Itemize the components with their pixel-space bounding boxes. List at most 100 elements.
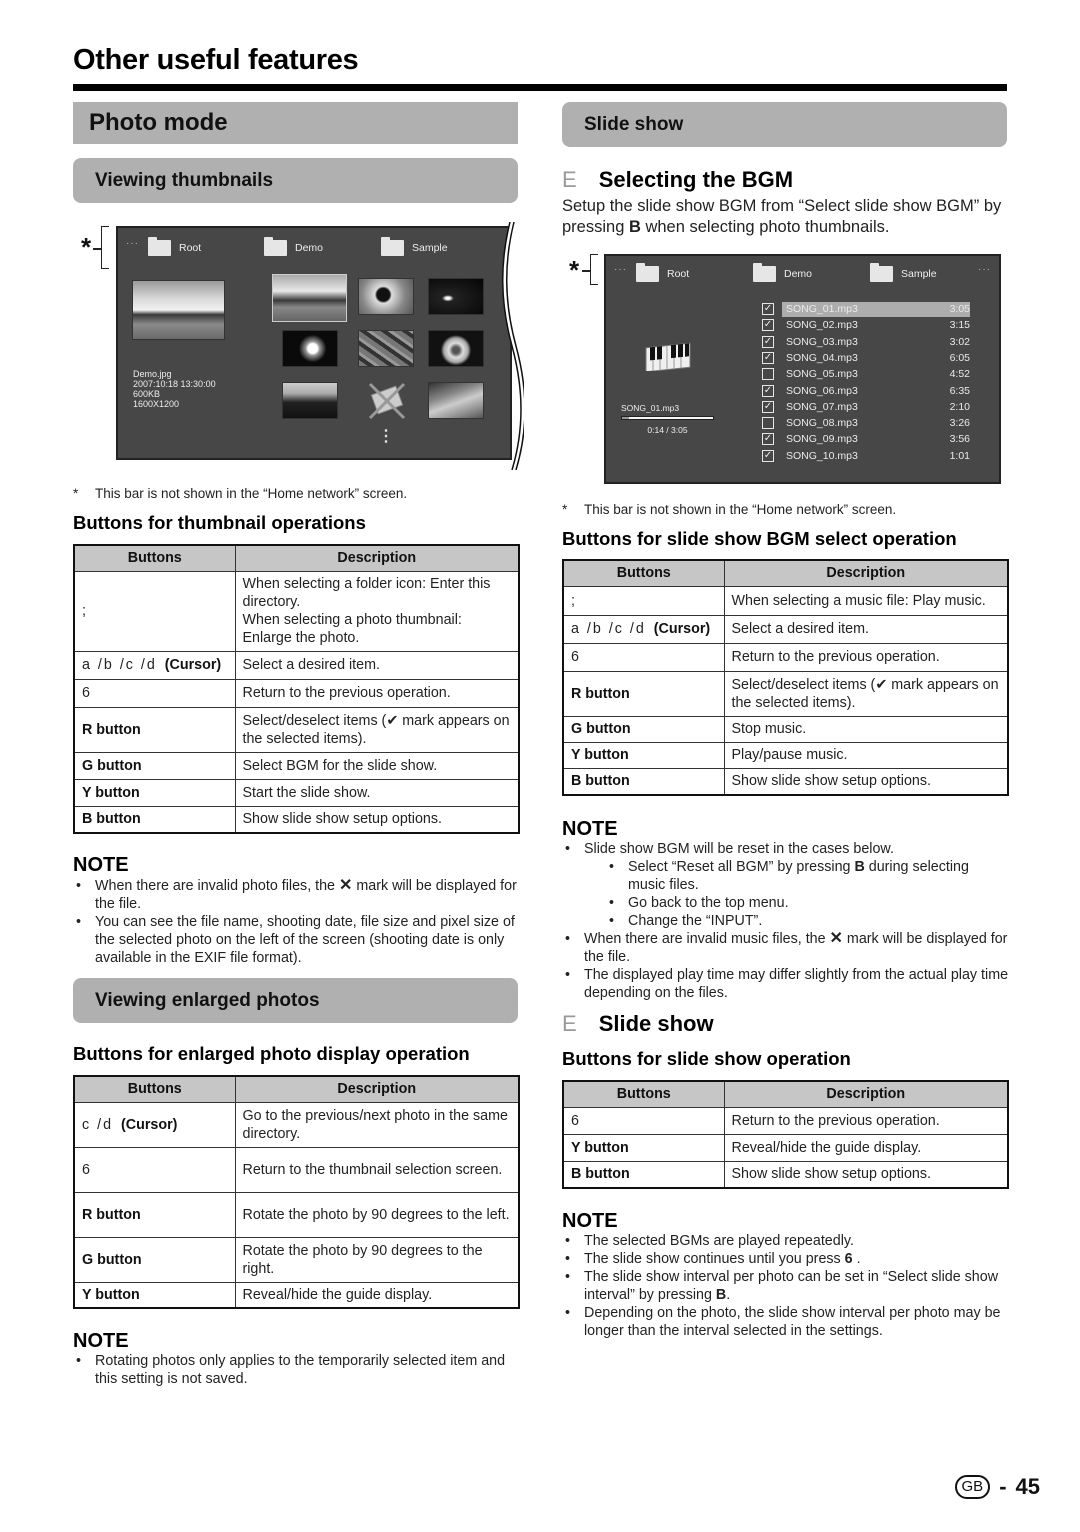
- description-cell: Reveal/hide the guide display.: [723, 1133, 1009, 1162]
- note-item: The selected BGMs are played repeatedly.: [562, 1232, 1009, 1250]
- photo-info: Demo.jpg 2007:10:18 13:30:00 600KB 1600X…: [133, 369, 216, 409]
- checkbox-checked-icon[interactable]: ✓: [762, 303, 774, 315]
- checkbox-checked-icon[interactable]: ✓: [762, 400, 774, 413]
- photo-file-name: Demo.jpg: [133, 369, 172, 379]
- button-name: Y button: [82, 784, 140, 801]
- bgm-select-operations-table: Buttons Description; When selecting a musi…: [562, 559, 1009, 796]
- table-row: 6 Return to the thumbnail selection scree…: [73, 1146, 520, 1193]
- checkbox-checked-icon[interactable]: ✓: [762, 384, 774, 397]
- button-name: G button: [571, 721, 631, 737]
- description-cell: Select a desired item.: [234, 650, 520, 680]
- more-indicator-left: ···: [614, 264, 627, 275]
- photo-thumbnail-daisies[interactable]: [282, 330, 338, 367]
- folder-label: Root: [667, 268, 690, 280]
- button-key: 6: [82, 685, 92, 701]
- enlarged-operations-table: Buttons Description c /d (Cursor) Go to the…: [73, 1075, 520, 1309]
- photo-thumbnail-sunset[interactable]: [428, 278, 484, 315]
- column-header: Description: [723, 559, 1009, 587]
- folder-icon: [753, 263, 776, 282]
- song-list-item[interactable]: SONG_05.mp3 4:52: [762, 366, 970, 382]
- checkbox-checked-icon[interactable]: ✓: [762, 335, 774, 348]
- song-name: SONG_06.mp3: [786, 384, 858, 397]
- subsection-title: Viewing thumbnails: [95, 169, 274, 191]
- song-list-item[interactable]: ✓ SONG_06.mp3 6:35: [762, 383, 970, 399]
- folder-demo[interactable]: Demo: [264, 237, 324, 256]
- bracket-tick: [93, 248, 101, 250]
- folder-demo[interactable]: Demo: [753, 263, 813, 282]
- song-list-item[interactable]: ✓ SONG_07.mp3 2:10: [762, 399, 970, 415]
- button-cell: B button: [73, 805, 236, 834]
- button-key: a /b /c /d: [82, 657, 157, 673]
- section-bar-slide-show: Slide show: [562, 102, 1007, 147]
- footnote-mark: *: [73, 486, 79, 501]
- song-name: SONG_10.mp3: [786, 449, 858, 462]
- song-list-item[interactable]: ✓ SONG_03.mp3 3:02: [762, 334, 970, 350]
- folder-label: Sample: [901, 268, 937, 280]
- heading-text: Selecting the BGM: [598, 167, 794, 192]
- checkbox-unchecked-icon[interactable]: [762, 368, 774, 381]
- photo-thumbnail-landscape[interactable]: [272, 274, 347, 322]
- song-duration: 3:26: [949, 417, 970, 430]
- song-name: SONG_01.mp3: [782, 303, 932, 315]
- column-header: Buttons: [73, 544, 236, 572]
- song-duration: 6:35: [949, 384, 970, 397]
- song-name: SONG_08.mp3: [786, 417, 858, 430]
- heading-thumbnail-operations: Buttons for thumbnail operations: [73, 512, 366, 533]
- song-list-item[interactable]: ✓ SONG_04.mp3 6:05: [762, 350, 970, 366]
- song-duration: 3:02: [949, 335, 970, 348]
- table-row: G button Select BGM for the slide show.: [73, 751, 520, 780]
- photo-thumbnail-treeline[interactable]: [282, 382, 338, 419]
- folder-icon: [381, 237, 404, 256]
- folder-label: Demo: [784, 268, 813, 280]
- folder-root[interactable]: Root: [636, 263, 690, 282]
- button-cell: 6: [73, 1146, 236, 1193]
- footnote-text: This bar is not shown in the “Home netwo…: [584, 502, 897, 517]
- button-cell: ;: [73, 570, 236, 652]
- now-playing-title: SONG_01.mp3: [621, 403, 680, 413]
- description-cell: When selecting a music file: Play music.: [723, 585, 1009, 616]
- photo-size: 600KB: [133, 389, 161, 399]
- invalid-file-icon[interactable]: [364, 382, 410, 420]
- song-list-item[interactable]: SONG_08.mp3 3:26: [762, 415, 970, 431]
- footnote-home-network: * This bar is not shown in the “Home netw…: [73, 486, 407, 501]
- song-list-item[interactable]: ✓ SONG_10.mp3 1:01: [762, 448, 970, 464]
- table-row: R button Rotate the photo by 90 degrees t…: [73, 1191, 520, 1238]
- note-item: Rotating photos only applies to the temp…: [73, 1352, 520, 1388]
- song-entry: SONG_07.mp3 2:10: [782, 401, 970, 413]
- note-item: The slide show continues until you press…: [562, 1250, 1009, 1268]
- checkbox-checked-icon[interactable]: ✓: [762, 351, 774, 364]
- description-cell: Start the slide show.: [234, 778, 520, 807]
- screen-cutoff-wave: [502, 222, 524, 470]
- button-cell: Y button: [73, 1281, 236, 1309]
- folder-sample[interactable]: Sample: [381, 237, 448, 256]
- song-name: SONG_04.mp3: [786, 351, 858, 364]
- folder-root[interactable]: Root: [148, 237, 201, 256]
- button-cell: Y button: [73, 778, 236, 807]
- folder-icon: [870, 263, 893, 282]
- note-item: When there are invalid photo files, the …: [73, 877, 520, 913]
- table-header-row: Buttons Description: [73, 1075, 520, 1103]
- table-row: B button Show slide show setup options.: [562, 1160, 1009, 1189]
- table-row: ; When selecting a folder icon: Enter thi…: [73, 570, 520, 652]
- checkbox-checked-icon[interactable]: ✓: [762, 319, 774, 332]
- song-list-item[interactable]: ✓ SONG_02.mp3 3:15: [762, 317, 970, 333]
- photo-thumbnail-insect[interactable]: [428, 382, 484, 419]
- checkbox-unchecked-icon[interactable]: [762, 417, 774, 430]
- photo-thumbnail-flower[interactable]: [358, 278, 414, 315]
- note-item: Slide show BGM will be reset in the case…: [562, 840, 1009, 858]
- folder-sample[interactable]: Sample: [870, 263, 937, 282]
- song-list-item[interactable]: ✓ SONG_09.mp3 3:56: [762, 431, 970, 447]
- song-duration: 4:52: [949, 368, 970, 381]
- table-row: 6 Return to the previous operation.: [562, 642, 1009, 672]
- photo-thumbnail-leaves[interactable]: [358, 330, 414, 367]
- photo-thumbnail-dandelion[interactable]: [428, 330, 484, 367]
- table-row: G button Stop music.: [562, 715, 1009, 743]
- note-item: Change the “INPUT”.: [562, 912, 1009, 930]
- song-list-item[interactable]: ✓ SONG_01.mp3 3:05: [762, 301, 970, 317]
- checkbox-checked-icon[interactable]: ✓: [762, 433, 774, 446]
- folder-label: Demo: [295, 242, 324, 254]
- note-list-bgm: Slide show BGM will be reset in the case…: [562, 840, 1009, 1002]
- checkbox-checked-icon[interactable]: ✓: [762, 449, 774, 462]
- note-list-thumbnails: When there are invalid photo files, the …: [73, 877, 520, 967]
- button-name: B button: [82, 811, 141, 828]
